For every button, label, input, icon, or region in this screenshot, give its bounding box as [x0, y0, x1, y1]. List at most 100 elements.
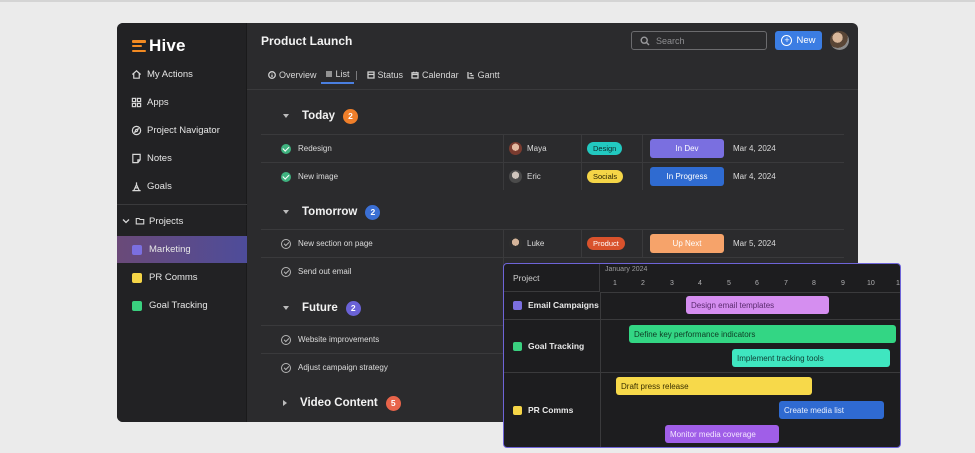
project-color-swatch: [513, 405, 522, 415]
sidebar-project-goal-tracking[interactable]: Goal Tracking: [117, 292, 247, 319]
status-pill[interactable]: Up Next: [650, 234, 724, 253]
assignee-name: Eric: [527, 172, 541, 181]
projects-label: Projects: [149, 215, 184, 227]
group-count-badge: 2: [345, 300, 361, 316]
tab-calendar[interactable]: Calendar: [407, 66, 463, 84]
group-header-today[interactable]: Today 2: [283, 106, 359, 126]
assignee[interactable]: Maya: [509, 142, 547, 155]
group-header-tomorrow[interactable]: Tomorrow 2: [283, 202, 381, 222]
project-color-swatch: [132, 300, 142, 311]
gantt-project-email-campaigns[interactable]: Email Campaigns: [513, 300, 599, 310]
avatar: [509, 237, 522, 250]
group-name: Today: [302, 110, 336, 122]
column-divider: [581, 230, 582, 257]
gantt-bar[interactable]: Create media list: [779, 401, 884, 419]
status-pill[interactable]: In Progress: [650, 167, 724, 186]
gantt-project-pr-comms[interactable]: PR Comms: [513, 405, 573, 415]
sidebar-item-notes[interactable]: Notes: [117, 145, 247, 171]
new-button[interactable]: + New: [775, 31, 822, 50]
gantt-panel: Project January 2024 1 2 3 4 5 6 7 8 9 1…: [503, 263, 901, 448]
logo-text: Hive: [149, 36, 186, 55]
tag-pill[interactable]: Socials: [587, 170, 624, 183]
gantt-column-header: Project: [504, 264, 600, 292]
gantt-day-label: 3: [670, 280, 674, 287]
task-name: New image: [298, 172, 339, 181]
checked-circle-icon[interactable]: [281, 143, 291, 154]
tag-pill[interactable]: Design: [587, 142, 623, 155]
column-divider: [642, 230, 643, 257]
sidebar-item-apps[interactable]: Apps: [117, 89, 247, 115]
tab-separator: [355, 70, 357, 80]
sidebar-item-goals[interactable]: Goals: [117, 173, 247, 199]
tab-status[interactable]: Status: [363, 66, 408, 84]
sidebar: Hive My Actions Apps Project Navigator N…: [117, 23, 247, 422]
group-count-badge: 2: [343, 108, 359, 124]
column-divider: [581, 163, 582, 190]
new-button-label: New: [796, 35, 816, 46]
view-tabs: Overview List Status Calendar Gantt: [264, 66, 504, 84]
task-name: New section on page: [298, 239, 373, 248]
sidebar-divider: [117, 204, 247, 205]
hive-logo-icon: [132, 40, 146, 52]
gantt-bar[interactable]: Monitor media coverage: [665, 425, 779, 443]
group-name: Future: [302, 302, 338, 314]
group-name: Video Content: [300, 397, 378, 409]
chevron-right-icon: [283, 400, 287, 406]
assignee[interactable]: Eric: [509, 170, 541, 183]
sidebar-item-label: Apps: [147, 96, 169, 108]
task-row[interactable]: Redesign Maya Design In Dev Mar 4, 2024: [261, 134, 844, 162]
chevron-down-icon: [283, 306, 289, 310]
chevron-down-icon: [122, 219, 130, 224]
sidebar-item-project-navigator[interactable]: Project Navigator: [117, 117, 247, 143]
list-icon: [325, 71, 332, 77]
gantt-bar[interactable]: Design email templates: [686, 296, 829, 314]
group-header-future[interactable]: Future 2: [283, 298, 361, 318]
check-circle-icon[interactable]: [281, 266, 291, 277]
task-row[interactable]: New section on page Luke Product Up Next…: [261, 229, 844, 257]
due-date: Mar 4, 2024: [733, 172, 776, 181]
tag-pill[interactable]: Product: [587, 237, 625, 250]
sidebar-project-pr-comms[interactable]: PR Comms: [117, 264, 247, 291]
sidebar-item-label: My Actions: [147, 68, 193, 80]
check-circle-icon[interactable]: [281, 334, 291, 345]
hive-logo[interactable]: Hive: [132, 36, 186, 56]
task-row[interactable]: New image Eric Socials In Progress Mar 4…: [261, 162, 844, 190]
apps-grid-icon: [131, 97, 142, 107]
gantt-day-label: 7: [784, 280, 788, 287]
tab-overview[interactable]: Overview: [264, 66, 321, 84]
column-divider: [503, 230, 504, 257]
group-name: Tomorrow: [302, 206, 358, 218]
checked-circle-icon[interactable]: [281, 171, 291, 182]
gantt-day-label: 1: [896, 280, 900, 287]
gantt-bar[interactable]: Draft press release: [616, 377, 812, 395]
user-avatar[interactable]: [830, 31, 849, 50]
sidebar-project-marketing[interactable]: Marketing: [117, 236, 247, 263]
gantt-day-label: 1: [613, 280, 617, 287]
tab-list[interactable]: List: [320, 66, 354, 84]
info-icon: [268, 71, 276, 79]
status-pill[interactable]: In Dev: [650, 139, 724, 158]
gantt-bar[interactable]: Implement tracking tools: [732, 349, 890, 367]
goals-icon: [132, 181, 141, 191]
search-input[interactable]: [656, 35, 756, 46]
tab-gantt[interactable]: Gantt: [463, 66, 504, 84]
search-icon: [640, 35, 650, 45]
search-box[interactable]: [631, 31, 767, 50]
gantt-project-goal-tracking[interactable]: Goal Tracking: [513, 341, 584, 351]
gantt-bar[interactable]: Define key performance indicators: [629, 325, 896, 343]
check-circle-icon[interactable]: [281, 238, 291, 249]
sidebar-item-my-actions[interactable]: My Actions: [117, 61, 247, 87]
project-color-swatch: [132, 244, 142, 255]
sidebar-item-label: Project Navigator: [147, 124, 220, 136]
gantt-header-divider: [600, 292, 900, 293]
gantt-day-label: 10: [867, 280, 875, 287]
assignee[interactable]: Luke: [509, 237, 544, 250]
group-header-video-content[interactable]: Video Content 5: [283, 393, 401, 413]
project-label: Marketing: [149, 244, 191, 255]
gantt-lane-divider: [504, 319, 900, 320]
projects-section-toggle[interactable]: Projects: [121, 209, 183, 233]
gantt-day-label: 2: [641, 280, 645, 287]
task-name: Send out email: [298, 267, 352, 276]
gantt-project-label: Email Campaigns: [528, 300, 599, 310]
check-circle-icon[interactable]: [281, 362, 291, 373]
